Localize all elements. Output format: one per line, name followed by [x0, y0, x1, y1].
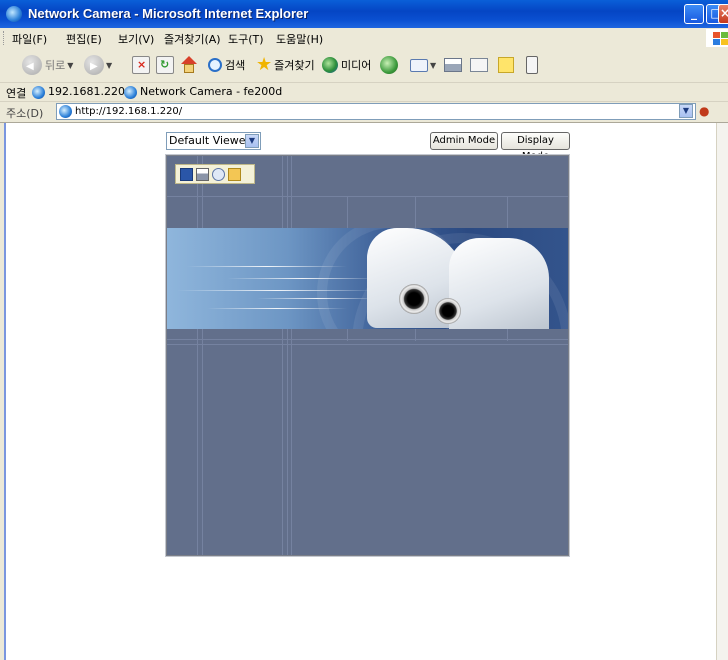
menu-file[interactable]: 파일(F) [12, 31, 47, 47]
close-button[interactable]: × [718, 4, 728, 24]
camera-view-panel [165, 154, 570, 557]
search-button[interactable]: 검색 [208, 53, 245, 77]
vertical-scrollbar[interactable] [716, 123, 728, 660]
camera-lens-icon [399, 284, 429, 314]
note-icon [498, 57, 514, 73]
messenger-icon [526, 56, 538, 74]
go-icon[interactable]: ● [699, 104, 709, 118]
media-globe-icon [322, 57, 338, 73]
favorites-star-icon: ★ [256, 54, 273, 75]
save-icon[interactable] [180, 167, 193, 181]
viewer-select[interactable]: Default Viewer ▼ [166, 132, 261, 150]
dome-camera-right [449, 238, 549, 329]
window-title: Network Camera - Microsoft Internet Expl… [28, 6, 309, 21]
mail-dropdown-icon[interactable]: ▼ [430, 61, 436, 70]
link-192-1681-220[interactable]: 192.1681.220 [32, 85, 125, 99]
address-dropdown-icon[interactable]: ▼ [679, 104, 693, 118]
ie-logo-icon [6, 6, 22, 22]
title-bar: Network Camera - Microsoft Internet Expl… [0, 0, 728, 28]
edit-button[interactable] [470, 53, 488, 77]
refresh-button[interactable]: ↻ [156, 53, 174, 77]
chevron-down-icon[interactable]: ▼ [245, 134, 259, 148]
menu-help[interactable]: 도움말(H) [276, 31, 323, 47]
refresh-icon: ↻ [156, 56, 174, 74]
history-button[interactable] [380, 53, 398, 77]
back-label: 뒤로 [45, 59, 66, 72]
messenger-button[interactable] [526, 53, 538, 77]
menu-view[interactable]: 보기(V) [118, 31, 154, 47]
toolbar-grip[interactable] [3, 31, 6, 45]
camera-banner-image [167, 228, 568, 329]
forward-dropdown-icon[interactable]: ▼ [106, 61, 112, 70]
menu-edit[interactable]: 편집(E) [66, 31, 102, 47]
menu-bar: 파일(F) 편집(E) 보기(V) 즐겨찾기(A) 도구(T) 도움말(H) [0, 28, 728, 49]
search-icon [208, 58, 222, 72]
page-content: Default Viewer ▼ Admin Mode Display Mode [4, 123, 716, 660]
display-mode-button[interactable]: Display Mode [501, 132, 570, 162]
ie-page-icon [59, 104, 72, 118]
back-dropdown-icon[interactable]: ▼ [67, 61, 73, 70]
media-label: 미디어 [341, 59, 372, 72]
menu-tools[interactable]: 도구(T) [228, 31, 264, 47]
edit-page-icon [470, 58, 488, 72]
camera-lens-icon [435, 298, 461, 324]
stop-icon: × [132, 56, 150, 74]
folder-icon[interactable] [228, 167, 241, 181]
link-network-camera[interactable]: Network Camera - fe200d [124, 85, 282, 99]
favorites-button[interactable]: ★ 즐겨찾기 [256, 53, 315, 77]
standard-toolbar: ◀ 뒤로 ▼ ▶ ▼ × ↻ 검색 ★ 즐겨찾기 미디어 ▼ [0, 48, 728, 83]
links-bar: 연결 192.1681.220 Network Camera - fe200d [0, 83, 728, 102]
address-label: 주소(D) [6, 107, 44, 120]
email-icon[interactable] [212, 167, 225, 181]
snapshot-toolbar [175, 164, 255, 184]
search-label: 검색 [225, 59, 246, 72]
forward-arrow-icon: ▶ [84, 55, 104, 75]
mail-button[interactable]: ▼ [410, 53, 436, 77]
back-arrow-icon: ◀ [22, 55, 42, 75]
links-label: 연결 [6, 87, 27, 100]
stop-button[interactable]: × [132, 53, 150, 77]
ie-page-icon [124, 85, 137, 99]
address-input[interactable]: http://192.168.1.220/ [56, 103, 696, 120]
home-icon [180, 56, 198, 74]
printer-icon [444, 58, 462, 72]
print-button[interactable] [444, 53, 462, 77]
admin-mode-button[interactable]: Admin Mode [430, 132, 498, 150]
windows-logo-icon [706, 29, 728, 47]
minimize-button[interactable]: _ [684, 4, 704, 24]
back-button[interactable]: ◀ 뒤로 ▼ [22, 53, 73, 77]
viewer-selected-value: Default Viewer [169, 134, 251, 147]
address-bar: 주소(D) http://192.168.1.220/ ▼ ● [0, 102, 728, 123]
media-button[interactable]: 미디어 [322, 53, 371, 77]
history-icon [380, 56, 398, 74]
mail-icon [410, 58, 428, 72]
ie-page-icon [32, 85, 45, 99]
menu-favorites[interactable]: 즐겨찾기(A) [164, 31, 221, 47]
favorites-label: 즐겨찾기 [274, 59, 315, 72]
home-button[interactable] [180, 53, 198, 77]
discuss-button[interactable] [498, 53, 514, 77]
print-icon[interactable] [196, 167, 209, 181]
forward-button[interactable]: ▶ ▼ [84, 53, 112, 77]
